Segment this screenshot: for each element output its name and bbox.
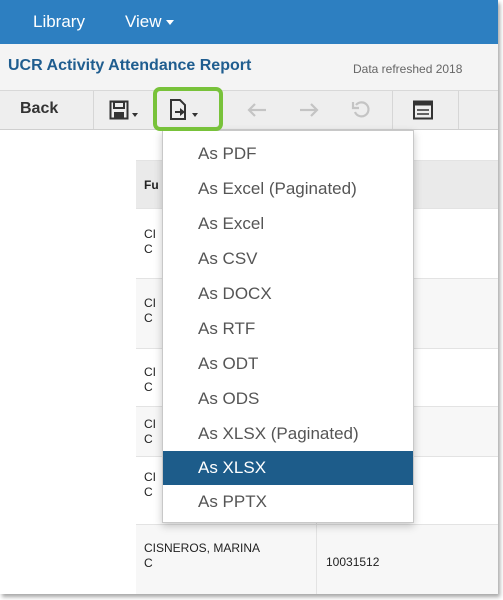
nav-library[interactable]: Library (33, 12, 85, 32)
nav-view-label: View (125, 12, 162, 31)
row-name-line1: CI (144, 470, 156, 484)
row-name-line1: CI (144, 417, 156, 431)
redo-icon (300, 103, 319, 117)
menu-item-as-odt[interactable]: As ODT (163, 347, 413, 381)
menu-item-as-csv[interactable]: As CSV (163, 242, 413, 276)
menu-item-as-ods[interactable]: As ODS (163, 382, 413, 416)
save-icon (109, 100, 129, 120)
row-name-line1: CISNEROS, MARINA (144, 541, 261, 555)
top-navigation-bar: Library View (0, 0, 498, 44)
back-button[interactable]: Back (20, 100, 58, 118)
menu-item-as-pptx[interactable]: As PPTX (163, 485, 413, 519)
row-id: 10031512 (326, 555, 380, 569)
report-title-bar: UCR Activity Attendance Report Data refr… (0, 44, 498, 90)
menu-item-as-docx[interactable]: As DOCX (163, 277, 413, 311)
row-name-line2: C (144, 311, 153, 325)
row-name-line2: C (144, 380, 153, 394)
column-header-name: Fu (144, 178, 159, 192)
chevron-down-icon (165, 20, 174, 26)
row-name-line2: C (144, 485, 153, 499)
form-view-icon (413, 100, 433, 120)
toolbar-divider (458, 91, 459, 129)
nav-library-label: Library (33, 12, 85, 31)
menu-item-as-rtf[interactable]: As RTF (163, 312, 413, 346)
redo-button[interactable] (297, 97, 321, 123)
menu-item-as-pdf[interactable]: As PDF (163, 137, 413, 171)
table-row: CISNEROS, MARINA C 10031512 (136, 524, 498, 594)
menu-item-as-excel[interactable]: As Excel (163, 207, 413, 241)
report-window: Library View UCR Activity Attendance Rep… (0, 0, 498, 594)
save-button[interactable] (108, 97, 138, 123)
toolbar-divider (392, 91, 393, 129)
row-name-line1: CI (144, 296, 156, 310)
chevron-down-icon (132, 113, 138, 117)
data-refreshed-text: Data refreshed 2018 (353, 62, 463, 76)
row-name-line2: C (144, 432, 153, 446)
undo-icon (247, 103, 266, 117)
view-options-button[interactable] (412, 97, 434, 123)
toolbar-divider (93, 91, 94, 129)
row-name-line1: CI (144, 365, 156, 379)
nav-view-menu[interactable]: View (125, 12, 174, 32)
export-button-highlight (153, 87, 223, 131)
reset-button[interactable] (350, 97, 372, 123)
menu-item-as-excel-paginated[interactable]: As Excel (Paginated) (163, 172, 413, 206)
undo-button[interactable] (245, 97, 269, 123)
report-toolbar: Back (0, 90, 498, 130)
row-name-line2: C (144, 556, 153, 570)
report-title: UCR Activity Attendance Report (8, 57, 252, 74)
row-name-line1: CI (144, 227, 156, 241)
menu-item-as-xlsx-paginated[interactable]: As XLSX (Paginated) (163, 417, 413, 451)
menu-item-as-xlsx[interactable]: As XLSX (163, 451, 413, 485)
reset-icon (351, 101, 370, 118)
export-dropdown-menu: As PDF As Excel (Paginated) As Excel As … (162, 130, 414, 523)
row-name-line2: C (144, 242, 153, 256)
